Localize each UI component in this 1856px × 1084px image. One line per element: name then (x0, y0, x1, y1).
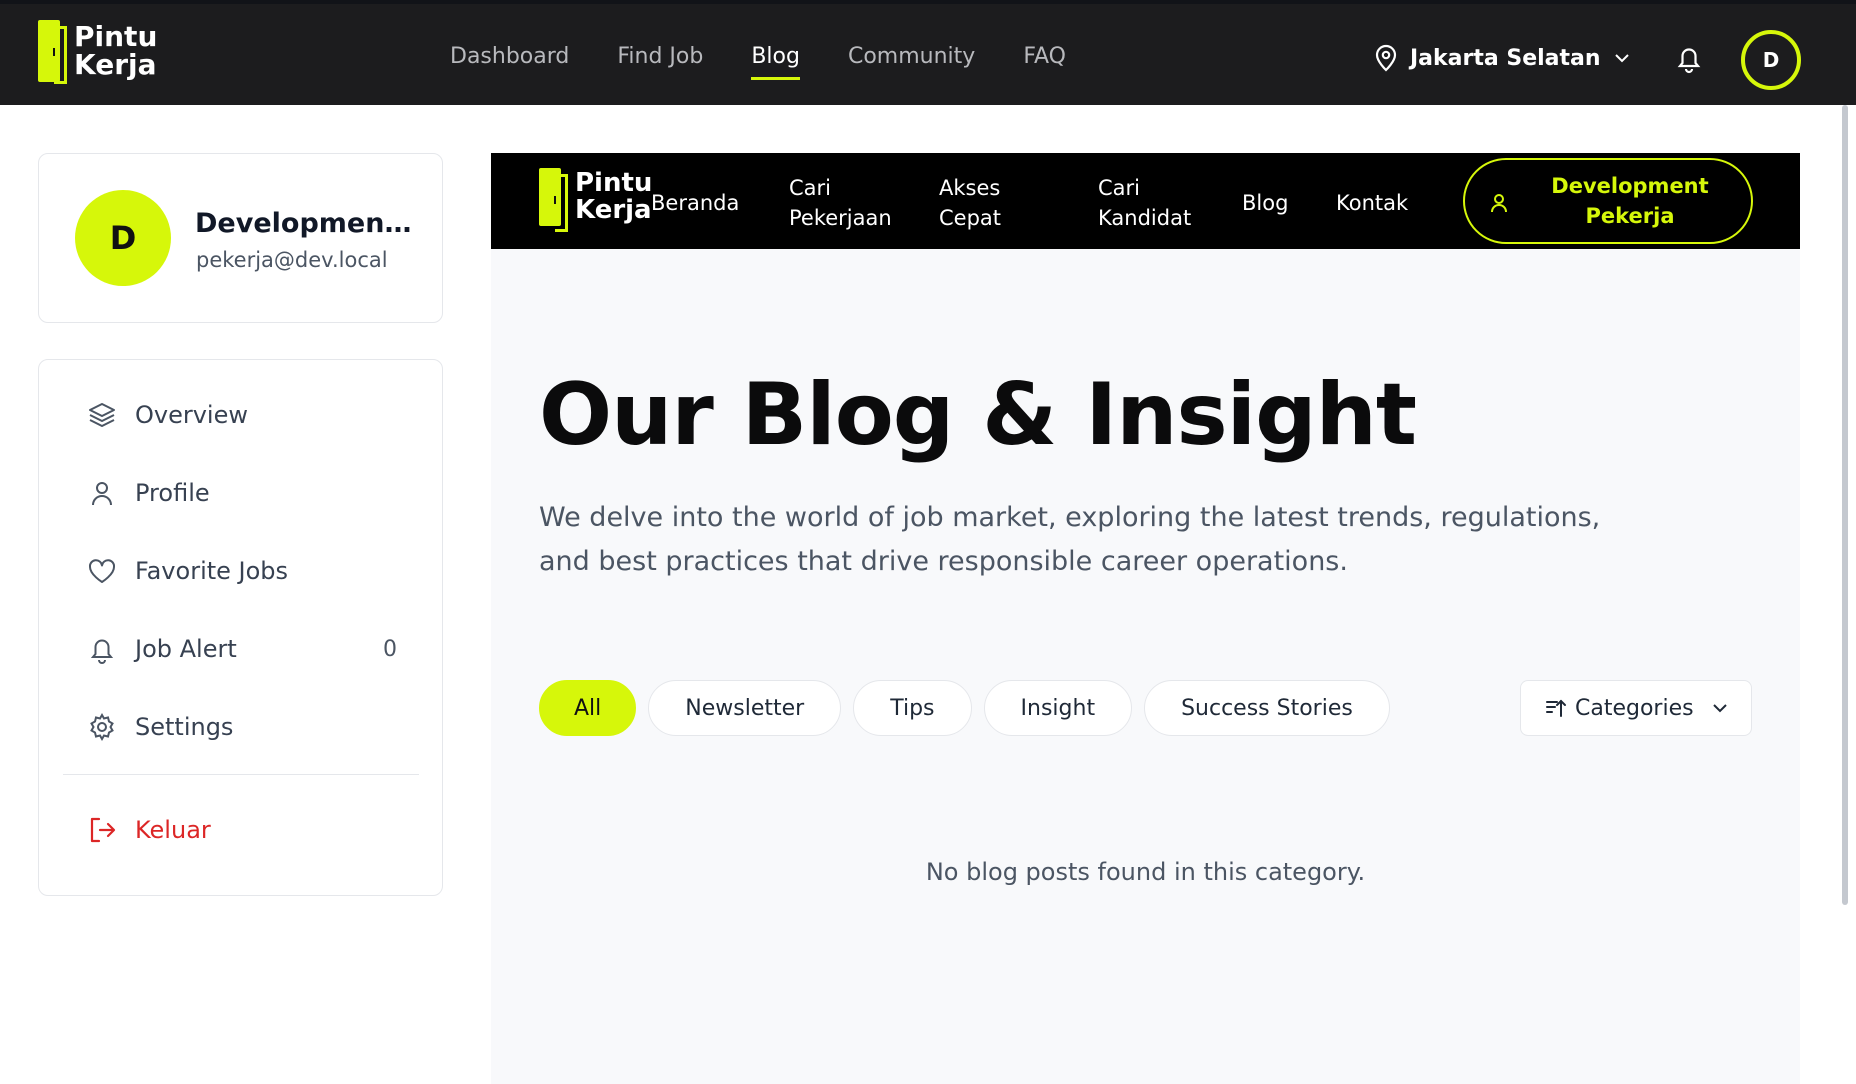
location-label: Jakarta Selatan (1410, 45, 1601, 71)
filter-chip-newsletter[interactable]: Newsletter (648, 680, 842, 736)
bell-icon (90, 639, 114, 664)
menu-divider (63, 774, 419, 775)
empty-state-message: No blog posts found in this category. (925, 858, 1366, 886)
sidebar-item-profile[interactable]: Profile (87, 478, 397, 508)
site-nav-links: Beranda Cari Pekerjaan Akses Cepat Cari … (651, 173, 1412, 233)
sidebar-item-label: Profile (135, 479, 210, 507)
chevron-down-icon (1712, 704, 1727, 713)
nav-faq[interactable]: FAQ (1023, 44, 1066, 80)
profile-avatar: D (75, 190, 171, 286)
filter-chip-success-stories[interactable]: Success Stories (1144, 680, 1390, 736)
filter-chip-insight[interactable]: Insight (983, 680, 1133, 736)
site-logo[interactable]: Pintu Kerja (539, 168, 653, 232)
door-logo-icon (38, 20, 67, 84)
user-icon (92, 482, 112, 506)
gear-icon (90, 712, 114, 742)
user-icon (1491, 194, 1507, 213)
nav-community[interactable]: Community (848, 44, 975, 80)
logo-text-line1: Pintu (74, 20, 158, 53)
logo-text-line2: Kerja (575, 195, 652, 225)
user-account-button[interactable]: Development Pekerja (1463, 158, 1753, 244)
site-nav-cari-pekerjaan[interactable]: Cari Pekerjaan (789, 173, 939, 233)
sidebar-item-label: Settings (135, 713, 234, 741)
filter-chip-tips[interactable]: Tips (853, 680, 972, 736)
profile-email: pekerja@dev.local (196, 248, 388, 272)
map-pin-icon (1375, 44, 1397, 72)
blog-main-panel: Pintu Kerja Beranda Cari Pekerjaan Akses… (491, 153, 1800, 1084)
sidebar-item-favorite-jobs[interactable]: Favorite Jobs (87, 556, 397, 586)
page-scrollbar[interactable] (1842, 105, 1848, 905)
logout-button[interactable]: Keluar (87, 815, 397, 845)
category-filter-chips: All Newsletter Tips Insight Success Stor… (539, 680, 1390, 736)
site-navbar: Pintu Kerja Beranda Cari Pekerjaan Akses… (491, 153, 1800, 249)
job-alert-count: 0 (383, 636, 397, 662)
sidebar-menu: Overview Profile Favorite Jobs Job Alert… (38, 359, 443, 896)
layers-icon (89, 403, 115, 427)
logout-label: Keluar (135, 816, 211, 844)
filter-chip-all[interactable]: All (539, 680, 637, 736)
location-selector[interactable]: Jakarta Selatan (1374, 44, 1631, 72)
site-nav-cari-kandidat[interactable]: Cari Kandidat (1098, 173, 1228, 233)
sidebar-item-settings[interactable]: Settings (87, 712, 397, 742)
user-account-label: Development Pekerja (1551, 174, 1709, 228)
nav-find-job[interactable]: Find Job (617, 44, 703, 80)
site-nav-kontak[interactable]: Kontak (1336, 188, 1412, 218)
heart-icon (88, 559, 116, 583)
site-nav-blog[interactable]: Blog (1242, 188, 1322, 218)
categories-label: Categories (1575, 695, 1694, 721)
nav-dashboard[interactable]: Dashboard (450, 44, 569, 80)
site-nav-akses-cepat[interactable]: Akses Cepat (939, 173, 1039, 233)
sort-icon (1546, 699, 1566, 717)
sidebar-item-label: Job Alert (135, 635, 237, 663)
logout-icon (90, 817, 116, 843)
logo-text-line1: Pintu (575, 168, 653, 198)
nav-blog[interactable]: Blog (751, 44, 800, 80)
site-nav-beranda[interactable]: Beranda (651, 188, 789, 218)
user-avatar-button[interactable]: D (1741, 30, 1801, 90)
notifications-button[interactable] (1676, 44, 1702, 78)
door-logo-icon (539, 168, 568, 232)
sidebar-item-label: Favorite Jobs (135, 557, 289, 585)
brand-logo[interactable]: Pintu Kerja (38, 20, 158, 84)
top-navbar: Pintu Kerja Dashboard Find Job Blog Comm… (0, 0, 1856, 105)
bell-icon (1677, 48, 1701, 74)
sidebar-item-overview[interactable]: Overview (87, 400, 397, 430)
sidebar-item-job-alert[interactable]: Job Alert 0 (87, 634, 397, 664)
page-title: Our Blog & Insight (539, 365, 1417, 465)
categories-dropdown[interactable]: Categories (1520, 680, 1752, 736)
sidebar-item-label: Overview (135, 401, 248, 429)
page-description: We delve into the world of job market, e… (539, 502, 1601, 577)
main-nav: Dashboard Find Job Blog Community FAQ (450, 44, 1066, 80)
profile-card: D Development Pekerja pekerja@dev.local (38, 153, 443, 323)
profile-name: Development Pekerja (195, 208, 420, 239)
chevron-down-icon (1614, 54, 1629, 63)
logo-text-line2: Kerja (74, 48, 157, 81)
